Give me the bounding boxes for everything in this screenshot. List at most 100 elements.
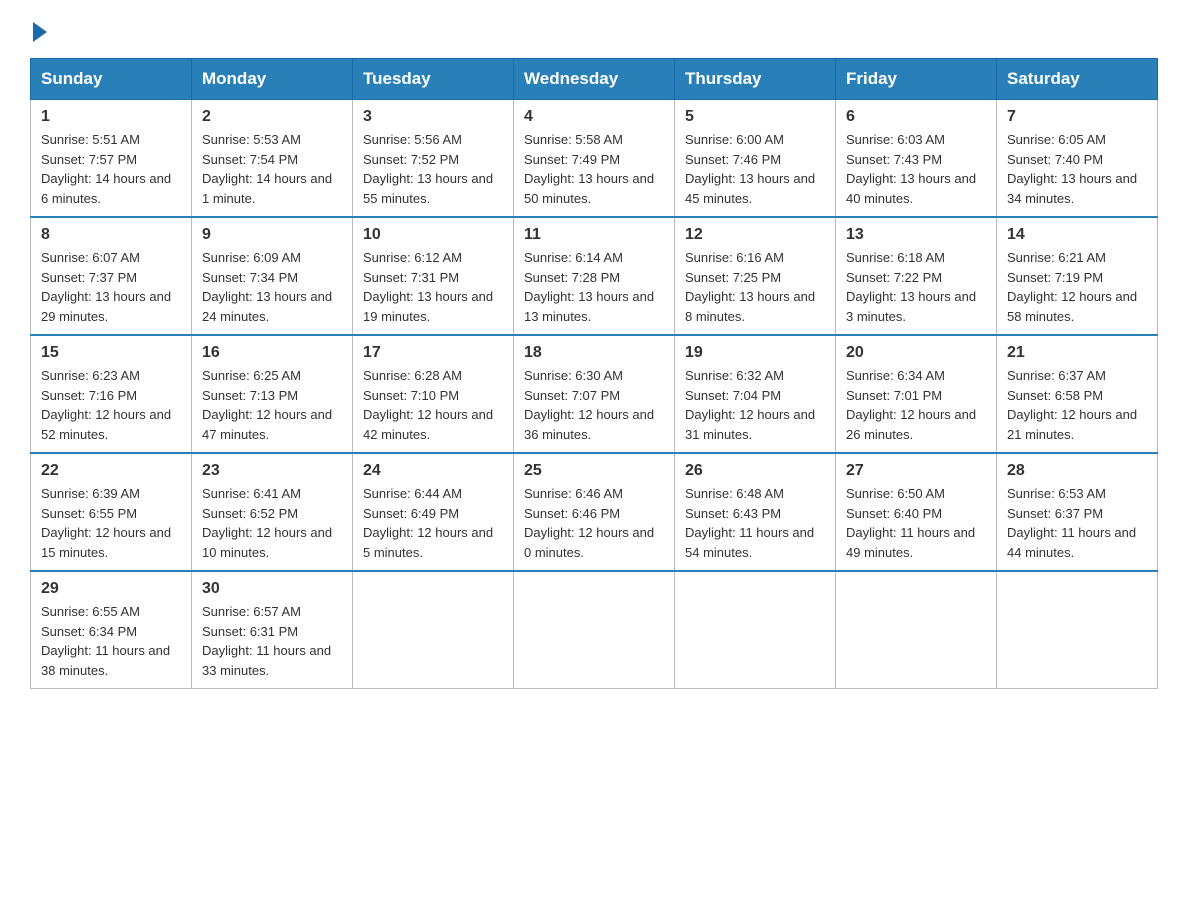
calendar-cell: 16 Sunrise: 6:25 AMSunset: 7:13 PMDayligh…: [192, 335, 353, 453]
calendar-cell: 21 Sunrise: 6:37 AMSunset: 6:58 PMDayligh…: [997, 335, 1158, 453]
day-number: 21: [1007, 344, 1147, 362]
day-info: Sunrise: 6:48 AMSunset: 6:43 PMDaylight:…: [685, 484, 825, 562]
calendar-cell: 13 Sunrise: 6:18 AMSunset: 7:22 PMDayligh…: [836, 217, 997, 335]
day-number: 8: [41, 226, 181, 244]
calendar-week-row: 1 Sunrise: 5:51 AMSunset: 7:57 PMDaylight…: [31, 100, 1158, 218]
day-number: 18: [524, 344, 664, 362]
calendar-cell: 14 Sunrise: 6:21 AMSunset: 7:19 PMDayligh…: [997, 217, 1158, 335]
day-number: 3: [363, 108, 503, 126]
day-info: Sunrise: 6:16 AMSunset: 7:25 PMDaylight:…: [685, 248, 825, 326]
calendar-cell: 20 Sunrise: 6:34 AMSunset: 7:01 PMDayligh…: [836, 335, 997, 453]
day-info: Sunrise: 6:25 AMSunset: 7:13 PMDaylight:…: [202, 366, 342, 444]
day-number: 6: [846, 108, 986, 126]
calendar-cell: 23 Sunrise: 6:41 AMSunset: 6:52 PMDayligh…: [192, 453, 353, 571]
weekday-header-saturday: Saturday: [997, 59, 1158, 100]
day-info: Sunrise: 6:53 AMSunset: 6:37 PMDaylight:…: [1007, 484, 1147, 562]
day-info: Sunrise: 6:32 AMSunset: 7:04 PMDaylight:…: [685, 366, 825, 444]
day-info: Sunrise: 6:34 AMSunset: 7:01 PMDaylight:…: [846, 366, 986, 444]
day-info: Sunrise: 6:05 AMSunset: 7:40 PMDaylight:…: [1007, 130, 1147, 208]
day-info: Sunrise: 6:23 AMSunset: 7:16 PMDaylight:…: [41, 366, 181, 444]
calendar-cell: 8 Sunrise: 6:07 AMSunset: 7:37 PMDaylight…: [31, 217, 192, 335]
calendar-week-row: 22 Sunrise: 6:39 AMSunset: 6:55 PMDayligh…: [31, 453, 1158, 571]
calendar-cell: [836, 571, 997, 689]
weekday-header-wednesday: Wednesday: [514, 59, 675, 100]
calendar-cell: [997, 571, 1158, 689]
calendar-cell: 25 Sunrise: 6:46 AMSunset: 6:46 PMDayligh…: [514, 453, 675, 571]
day-info: Sunrise: 6:39 AMSunset: 6:55 PMDaylight:…: [41, 484, 181, 562]
day-info: Sunrise: 5:58 AMSunset: 7:49 PMDaylight:…: [524, 130, 664, 208]
day-number: 22: [41, 462, 181, 480]
calendar-cell: 15 Sunrise: 6:23 AMSunset: 7:16 PMDayligh…: [31, 335, 192, 453]
day-info: Sunrise: 6:37 AMSunset: 6:58 PMDaylight:…: [1007, 366, 1147, 444]
day-info: Sunrise: 6:55 AMSunset: 6:34 PMDaylight:…: [41, 602, 181, 680]
calendar-cell: 26 Sunrise: 6:48 AMSunset: 6:43 PMDayligh…: [675, 453, 836, 571]
day-number: 25: [524, 462, 664, 480]
day-number: 7: [1007, 108, 1147, 126]
weekday-header-tuesday: Tuesday: [353, 59, 514, 100]
calendar-cell: 6 Sunrise: 6:03 AMSunset: 7:43 PMDaylight…: [836, 100, 997, 218]
calendar-cell: 18 Sunrise: 6:30 AMSunset: 7:07 PMDayligh…: [514, 335, 675, 453]
day-number: 28: [1007, 462, 1147, 480]
calendar-header-row: SundayMondayTuesdayWednesdayThursdayFrid…: [31, 59, 1158, 100]
calendar-cell: 22 Sunrise: 6:39 AMSunset: 6:55 PMDayligh…: [31, 453, 192, 571]
calendar-cell: 28 Sunrise: 6:53 AMSunset: 6:37 PMDayligh…: [997, 453, 1158, 571]
calendar-cell: 4Sunrise: 5:58 AMSunset: 7:49 PMDaylight…: [514, 100, 675, 218]
calendar-week-row: 15 Sunrise: 6:23 AMSunset: 7:16 PMDayligh…: [31, 335, 1158, 453]
day-info: Sunrise: 6:46 AMSunset: 6:46 PMDaylight:…: [524, 484, 664, 562]
day-number: 11: [524, 226, 664, 244]
day-info: Sunrise: 6:14 AMSunset: 7:28 PMDaylight:…: [524, 248, 664, 326]
day-info: Sunrise: 5:56 AMSunset: 7:52 PMDaylight:…: [363, 130, 503, 208]
day-info: Sunrise: 6:09 AMSunset: 7:34 PMDaylight:…: [202, 248, 342, 326]
day-number: 12: [685, 226, 825, 244]
day-number: 2: [202, 108, 342, 126]
day-number: 1: [41, 108, 181, 126]
day-info: Sunrise: 6:41 AMSunset: 6:52 PMDaylight:…: [202, 484, 342, 562]
day-number: 5: [685, 108, 825, 126]
calendar-cell: 19 Sunrise: 6:32 AMSunset: 7:04 PMDayligh…: [675, 335, 836, 453]
weekday-header-thursday: Thursday: [675, 59, 836, 100]
day-number: 9: [202, 226, 342, 244]
day-number: 15: [41, 344, 181, 362]
page-header: [30, 20, 1158, 38]
day-number: 16: [202, 344, 342, 362]
day-number: 19: [685, 344, 825, 362]
day-number: 14: [1007, 226, 1147, 244]
calendar-cell: 9 Sunrise: 6:09 AMSunset: 7:34 PMDaylight…: [192, 217, 353, 335]
calendar-cell: 24Sunrise: 6:44 AMSunset: 6:49 PMDayligh…: [353, 453, 514, 571]
calendar-cell: 11 Sunrise: 6:14 AMSunset: 7:28 PMDayligh…: [514, 217, 675, 335]
calendar-cell: 12 Sunrise: 6:16 AMSunset: 7:25 PMDayligh…: [675, 217, 836, 335]
calendar-week-row: 8 Sunrise: 6:07 AMSunset: 7:37 PMDaylight…: [31, 217, 1158, 335]
weekday-header-monday: Monday: [192, 59, 353, 100]
day-info: Sunrise: 6:18 AMSunset: 7:22 PMDaylight:…: [846, 248, 986, 326]
day-number: 27: [846, 462, 986, 480]
weekday-header-sunday: Sunday: [31, 59, 192, 100]
logo: [30, 20, 47, 38]
day-number: 23: [202, 462, 342, 480]
day-info: Sunrise: 5:51 AMSunset: 7:57 PMDaylight:…: [41, 130, 181, 208]
day-info: Sunrise: 6:21 AMSunset: 7:19 PMDaylight:…: [1007, 248, 1147, 326]
calendar-cell: 3 Sunrise: 5:56 AMSunset: 7:52 PMDaylight…: [353, 100, 514, 218]
day-info: Sunrise: 6:12 AMSunset: 7:31 PMDaylight:…: [363, 248, 503, 326]
calendar-cell: 30Sunrise: 6:57 AMSunset: 6:31 PMDayligh…: [192, 571, 353, 689]
day-info: Sunrise: 6:28 AMSunset: 7:10 PMDaylight:…: [363, 366, 503, 444]
day-number: 20: [846, 344, 986, 362]
calendar-table: SundayMondayTuesdayWednesdayThursdayFrid…: [30, 58, 1158, 689]
day-number: 13: [846, 226, 986, 244]
weekday-header-friday: Friday: [836, 59, 997, 100]
calendar-week-row: 29Sunrise: 6:55 AMSunset: 6:34 PMDayligh…: [31, 571, 1158, 689]
calendar-cell: 10Sunrise: 6:12 AMSunset: 7:31 PMDayligh…: [353, 217, 514, 335]
day-number: 24: [363, 462, 503, 480]
day-info: Sunrise: 6:07 AMSunset: 7:37 PMDaylight:…: [41, 248, 181, 326]
day-info: Sunrise: 6:00 AMSunset: 7:46 PMDaylight:…: [685, 130, 825, 208]
day-number: 17: [363, 344, 503, 362]
calendar-cell: 7 Sunrise: 6:05 AMSunset: 7:40 PMDaylight…: [997, 100, 1158, 218]
calendar-cell: 5 Sunrise: 6:00 AMSunset: 7:46 PMDaylight…: [675, 100, 836, 218]
day-number: 26: [685, 462, 825, 480]
day-info: Sunrise: 6:30 AMSunset: 7:07 PMDaylight:…: [524, 366, 664, 444]
day-info: Sunrise: 6:03 AMSunset: 7:43 PMDaylight:…: [846, 130, 986, 208]
calendar-cell: [353, 571, 514, 689]
day-info: Sunrise: 5:53 AMSunset: 7:54 PMDaylight:…: [202, 130, 342, 208]
calendar-cell: 29Sunrise: 6:55 AMSunset: 6:34 PMDayligh…: [31, 571, 192, 689]
calendar-cell: 27Sunrise: 6:50 AMSunset: 6:40 PMDayligh…: [836, 453, 997, 571]
logo-arrow-icon: [33, 22, 47, 42]
